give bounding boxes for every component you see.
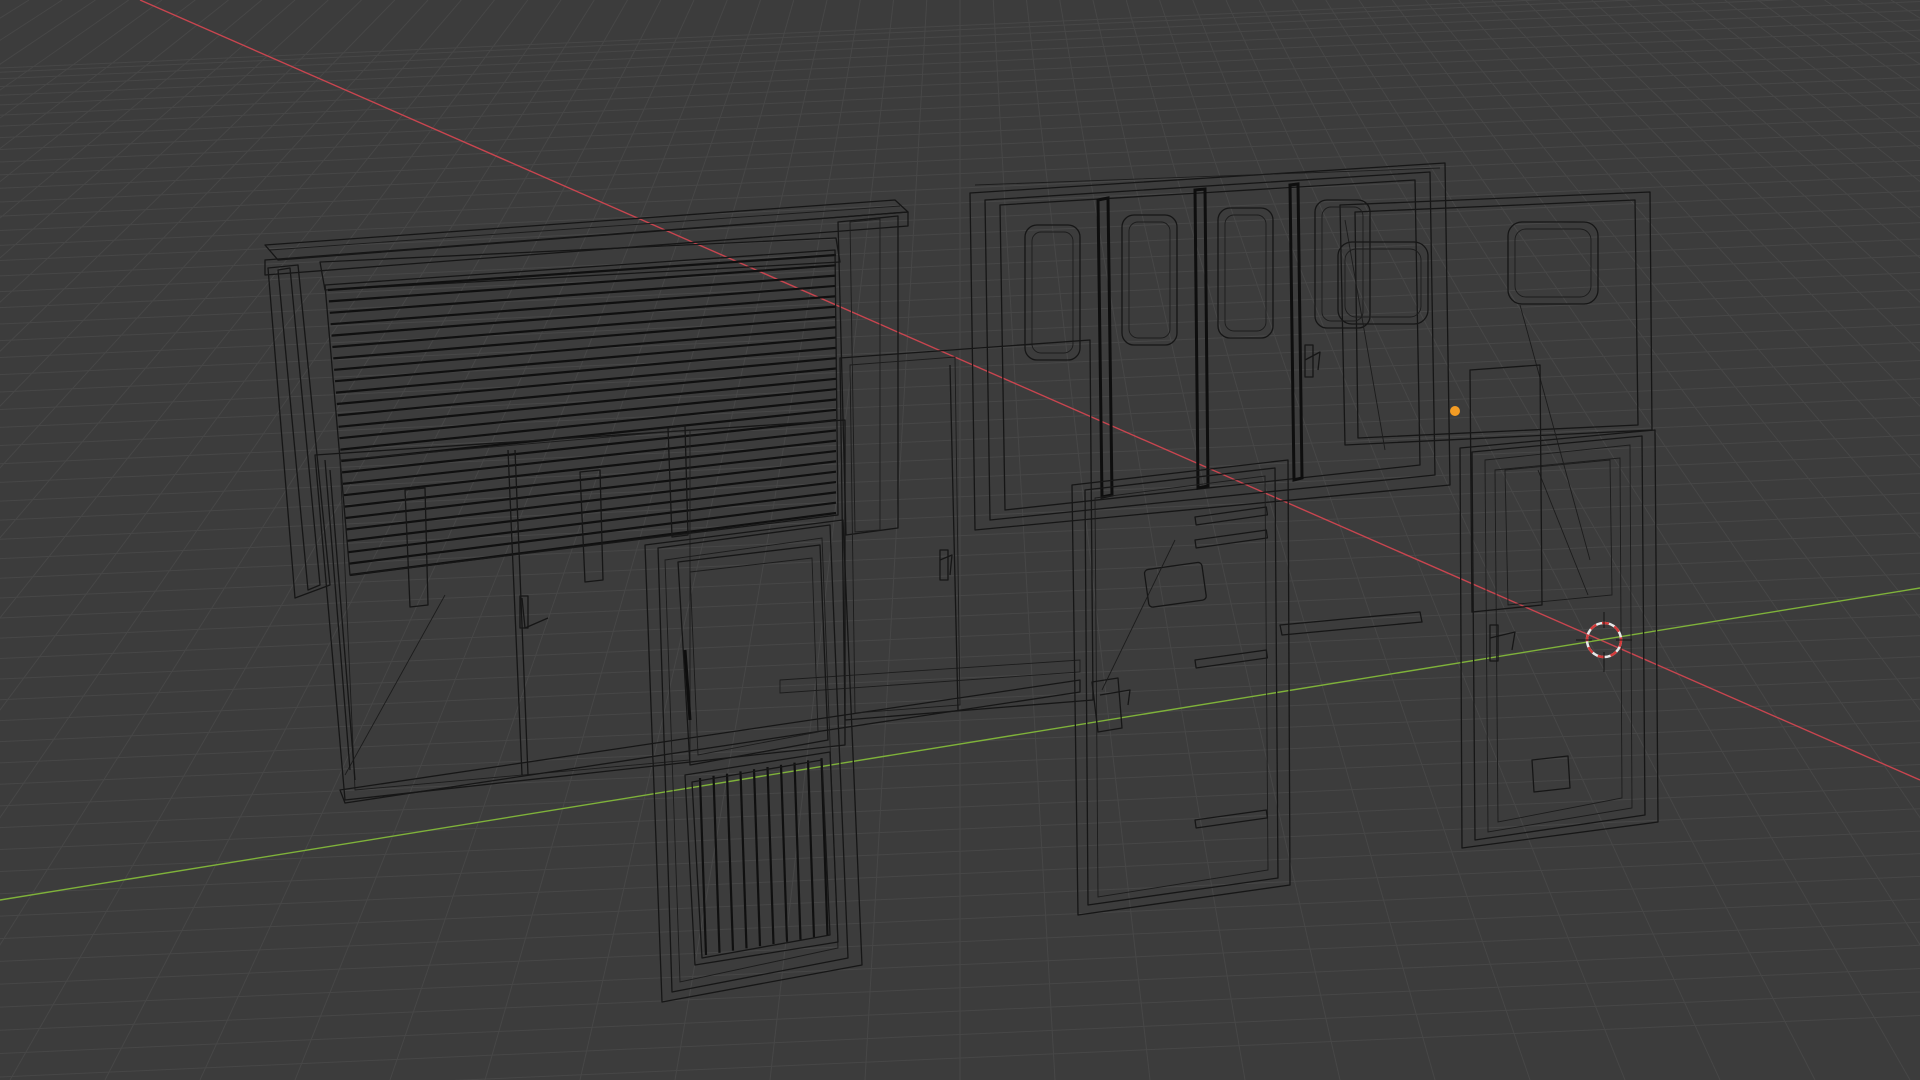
shutter-slat: [344, 449, 837, 508]
shutter-slat: [334, 326, 837, 371]
gate-bar: [739, 771, 748, 949]
shutter-slat: [341, 419, 837, 474]
grid-line: [0, 0, 263, 219]
grid-line: [1125, 0, 1436, 1080]
shutter-slat: [343, 439, 837, 497]
grid-line: [0, 0, 362, 352]
grid-line: [1192, 0, 1626, 1080]
shutter-slat: [333, 315, 837, 360]
gate-bar: [712, 775, 721, 953]
grid-line: [1558, 0, 1920, 352]
grid-line: [1292, 0, 1911, 1080]
gate-bar: [793, 762, 802, 940]
shutter-slat: [331, 295, 837, 337]
viewport-canvas[interactable]: [0, 0, 1920, 1080]
shutter-slat: [330, 284, 837, 326]
gate-bar: [806, 760, 816, 938]
floor-grid: [0, 0, 1920, 1080]
grid-line: [1458, 0, 1920, 539]
shutter-slat: [327, 253, 837, 292]
grid-line: [674, 0, 861, 1080]
grid-line: [992, 0, 1056, 1080]
gate-bar: [725, 773, 735, 951]
grid-line: [104, 0, 662, 1080]
grid-line: [769, 0, 894, 1080]
grid-line: [1325, 0, 1920, 946]
gate-bar: [779, 764, 789, 942]
grid-line: [0, 0, 329, 303]
grid-line: [1026, 0, 1151, 1080]
grid-line: [0, 0, 429, 469]
grid-line: [0, 0, 462, 539]
grid-line: [0, 0, 296, 259]
gate-bar: [752, 769, 762, 947]
shutter-slat: [340, 398, 837, 451]
grid-line: [1358, 0, 1920, 819]
shutter-slat: [328, 264, 837, 303]
grid-line: [0, 0, 96, 65]
object-origin-dot[interactable]: [1450, 406, 1460, 416]
grid-line: [0, 0, 196, 150]
3d-viewport[interactable]: [0, 0, 1920, 1080]
